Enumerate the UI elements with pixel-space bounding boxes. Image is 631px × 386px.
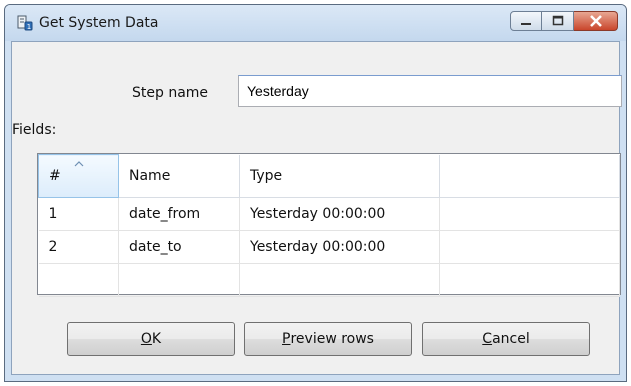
column-header-label: Name bbox=[129, 167, 171, 184]
cancel-mnemonic: C bbox=[482, 331, 493, 347]
preview-rows-button[interactable]: Preview rows bbox=[244, 322, 412, 356]
table-cell[interactable]: date_from bbox=[118, 197, 240, 231]
table-cell[interactable]: date_to bbox=[118, 230, 240, 264]
fields-label: Fields: bbox=[12, 122, 57, 138]
table-cell[interactable]: 1 bbox=[38, 197, 119, 231]
column-header-label: # bbox=[49, 168, 61, 184]
column-header-extra[interactable] bbox=[439, 154, 620, 198]
preview-mnemonic: P bbox=[282, 331, 291, 347]
table-cell[interactable] bbox=[439, 263, 620, 297]
maximize-icon bbox=[552, 15, 563, 26]
title-bar[interactable]: 1 Get System Data bbox=[5, 5, 626, 41]
column-header-type[interactable]: Type bbox=[239, 154, 440, 198]
window-title: Get System Data bbox=[39, 15, 159, 31]
table-cell[interactable] bbox=[439, 197, 620, 231]
table-row[interactable] bbox=[38, 263, 620, 297]
table-row[interactable]: 1 date_from Yesterday 00:00:00 bbox=[38, 197, 620, 231]
table-cell[interactable] bbox=[439, 230, 620, 264]
close-button[interactable] bbox=[574, 11, 618, 31]
table-cell[interactable] bbox=[118, 263, 240, 297]
preview-label: review rows bbox=[290, 331, 374, 347]
app-icon: 1 bbox=[17, 15, 33, 31]
dialog-body: Step name Fields: # Name Type bbox=[11, 41, 622, 375]
sort-asc-icon bbox=[74, 161, 84, 167]
minimize-icon bbox=[521, 23, 531, 25]
table-cell[interactable]: Yesterday 00:00:00 bbox=[239, 197, 440, 231]
ok-button[interactable]: OK bbox=[67, 322, 235, 356]
step-name-input[interactable] bbox=[238, 75, 622, 107]
caption-buttons bbox=[510, 11, 618, 33]
dialog-window: 1 Get System Data Step name Fields: bbox=[4, 4, 627, 382]
table-cell[interactable] bbox=[38, 263, 119, 297]
column-header-name[interactable]: Name bbox=[118, 154, 240, 198]
table-header: # Name Type bbox=[38, 154, 620, 198]
svg-text:1: 1 bbox=[27, 23, 31, 31]
step-name-label: Step name bbox=[132, 85, 209, 101]
close-icon bbox=[589, 15, 602, 27]
column-header-number[interactable]: # bbox=[38, 154, 119, 198]
cancel-label: ancel bbox=[492, 331, 530, 347]
minimize-button[interactable] bbox=[510, 11, 542, 31]
table-row[interactable]: 2 date_to Yesterday 00:00:00 bbox=[38, 230, 620, 264]
cancel-button[interactable]: Cancel bbox=[422, 322, 590, 356]
ok-mnemonic: O bbox=[140, 331, 152, 347]
column-header-label: Type bbox=[250, 167, 283, 184]
table-cell[interactable] bbox=[239, 263, 440, 297]
table-cell[interactable]: 2 bbox=[38, 230, 119, 264]
maximize-button[interactable] bbox=[542, 11, 574, 31]
fields-table: # Name Type 1 date_from Yesterday 00:00:… bbox=[37, 153, 621, 297]
ok-label: K bbox=[151, 331, 162, 347]
table-cell[interactable]: Yesterday 00:00:00 bbox=[239, 230, 440, 264]
